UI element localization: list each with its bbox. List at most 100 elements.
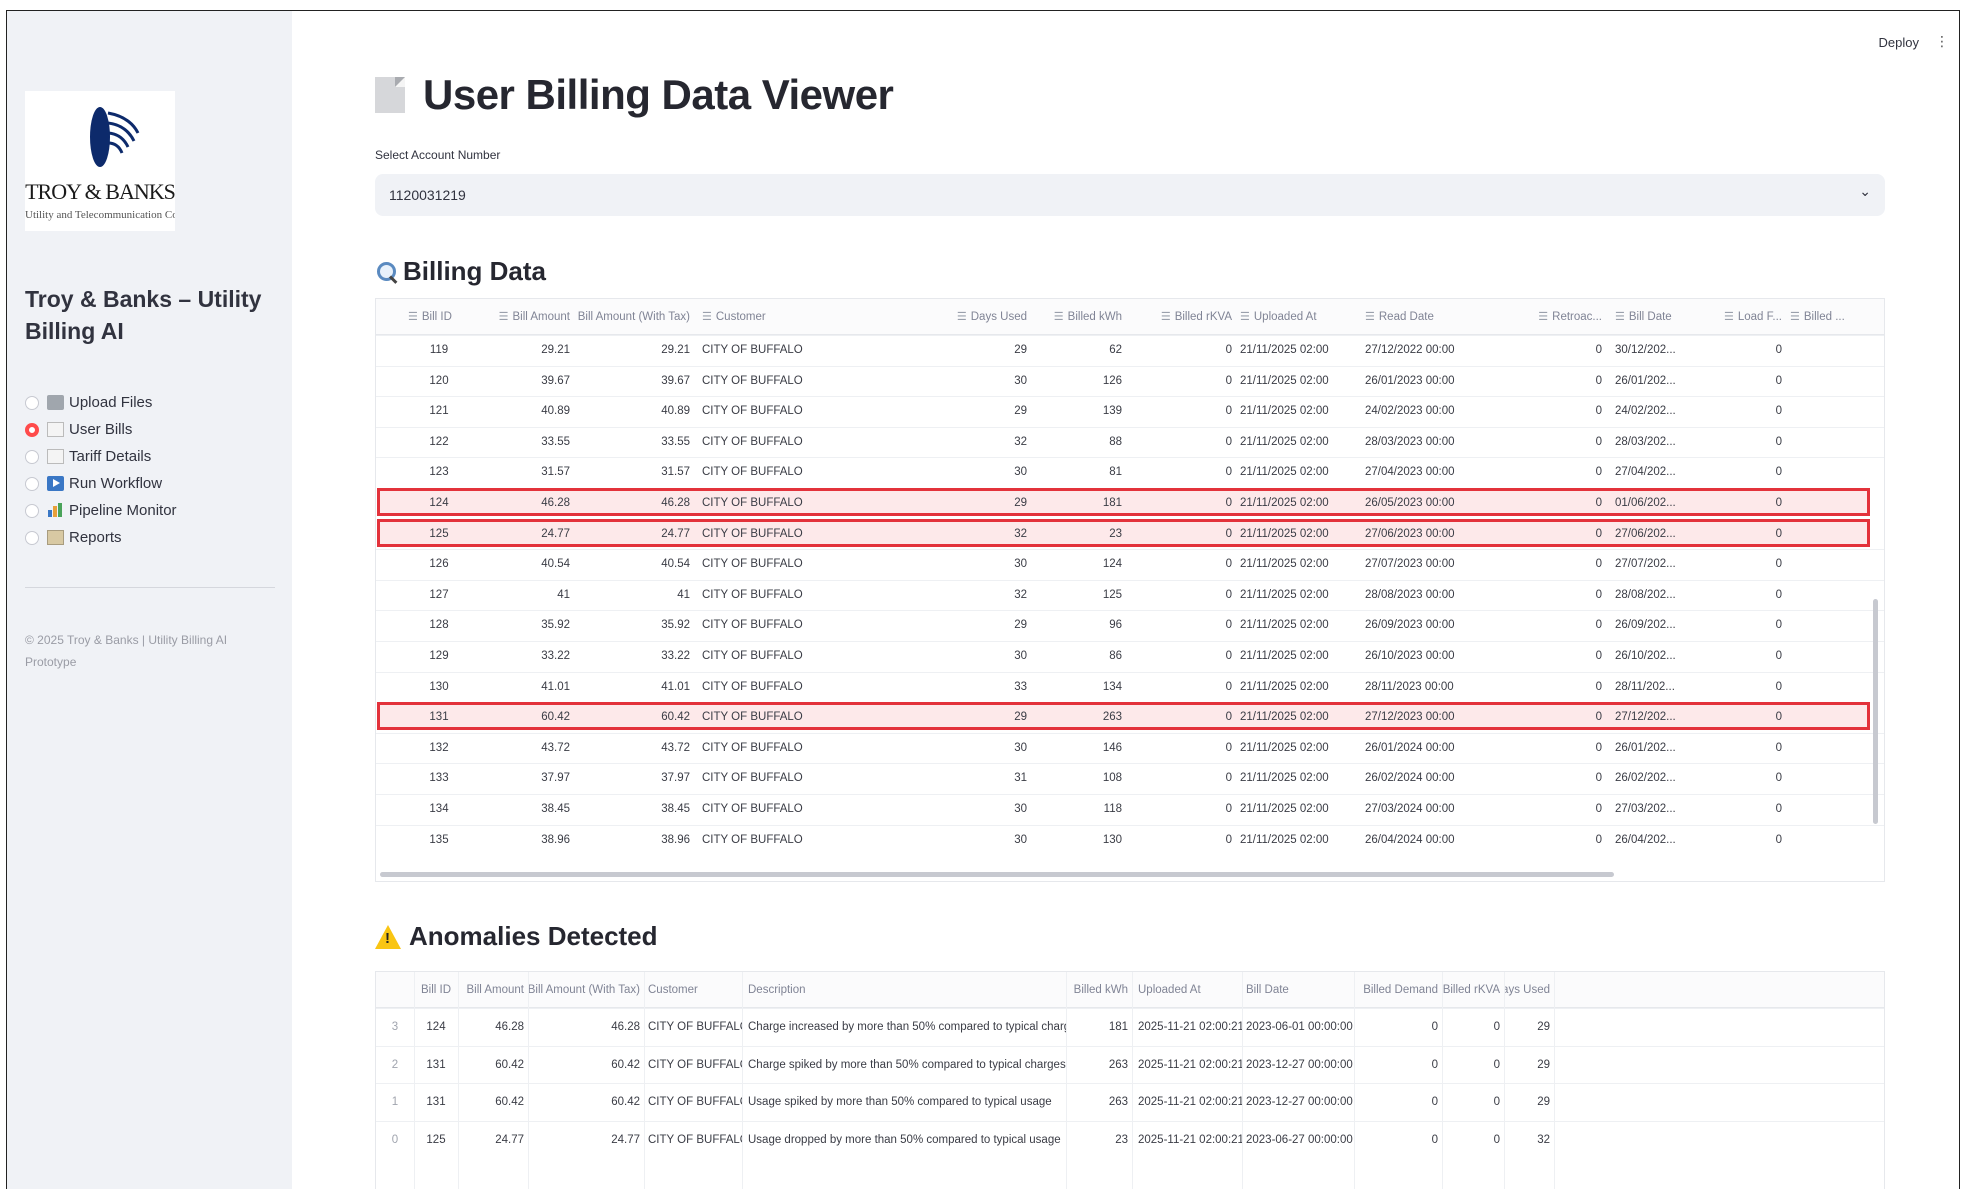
table-cell-uploaded: 21/11/2025 02:00 xyxy=(1240,374,1329,387)
table-row[interactable]: 1 131 60.42 60.42 CITY OF BUFFALO Usage spike… xyxy=(376,1083,1884,1120)
table-cell-load: 0 xyxy=(1775,711,1782,724)
column-header[interactable] xyxy=(376,972,414,1007)
column-header[interactable]: ☰ Bill Date xyxy=(1611,299,1701,334)
table-cell-uploaded: 2025-11-21 02:00:21 xyxy=(1138,1133,1242,1146)
column-header[interactable]: Days Used xyxy=(1504,972,1554,1007)
filter-icon[interactable]: ☰ xyxy=(957,305,967,329)
nav-item-run-workflow[interactable]: Run Workflow xyxy=(25,470,177,497)
table-cell-rkva: 0 xyxy=(1493,1133,1500,1146)
nav-item-reports[interactable]: Reports xyxy=(25,524,177,551)
column-header[interactable]: Uploaded At xyxy=(1134,972,1242,1007)
column-header[interactable]: Billed rKVA xyxy=(1442,972,1504,1007)
table-row[interactable]: 135 38.96 38.96 CITY OF BUFFALO 30 130 0 21/11/… xyxy=(376,824,1884,853)
filter-icon[interactable]: ☰ xyxy=(702,305,712,329)
table-row[interactable]: 0 125 24.77 24.77 CITY OF BUFFALO Usage dropp… xyxy=(376,1120,1884,1158)
table-cell-amt-tax: 60.42 xyxy=(611,1058,640,1071)
column-header[interactable]: Bill ID xyxy=(414,972,458,1007)
table-row[interactable]: 119 29.21 29.21 CITY OF BUFFALO 29 62 0 21/11/2… xyxy=(376,335,1884,363)
column-header[interactable]: ☰ Read Date xyxy=(1361,299,1491,334)
radio-button[interactable] xyxy=(25,503,39,518)
column-header[interactable]: Customer xyxy=(644,972,742,1007)
anomalies-table[interactable]: Bill ID Bill Amount Bill Amount (With Tax)… xyxy=(375,971,1885,1189)
table-cell-load: 0 xyxy=(1775,833,1782,846)
table-row[interactable]: 133 37.97 37.97 CITY OF BUFFALO 31 108 0 21/11/… xyxy=(376,763,1884,791)
column-header[interactable]: ☰ Billed kWh xyxy=(1031,299,1126,334)
vertical-scrollbar[interactable] xyxy=(1873,599,1878,824)
nav-item-upload-files[interactable]: Upload Files xyxy=(25,389,177,416)
table-row[interactable]: 3 124 46.28 46.28 CITY OF BUFFALO Charge incr… xyxy=(376,1008,1884,1045)
column-header[interactable]: ☰ Days Used xyxy=(921,299,1031,334)
column-header[interactable]: ☰ Retroac... xyxy=(1491,299,1606,334)
table-cell-bill-date: 24/02/202... xyxy=(1615,405,1676,418)
table-row[interactable]: 128 35.92 35.92 CITY OF BUFFALO 29 96 0 21/11/2… xyxy=(376,610,1884,638)
column-header[interactable]: Bill Date xyxy=(1242,972,1354,1007)
radio-button[interactable] xyxy=(25,395,39,410)
table-row[interactable]: 134 38.45 38.45 CITY OF BUFFALO 30 118 0 21/11/… xyxy=(376,794,1884,822)
table-row[interactable]: 123 31.57 31.57 CITY OF BUFFALO 30 81 0 21/11/2… xyxy=(376,457,1884,485)
more-vertical-icon[interactable]: ⋮ xyxy=(1935,33,1949,50)
filter-icon[interactable]: ☰ xyxy=(1161,305,1171,329)
column-header[interactable]: Bill Amount xyxy=(458,972,528,1007)
radio-button[interactable] xyxy=(25,530,39,545)
filter-icon[interactable]: ☰ xyxy=(1538,305,1548,329)
column-header-label: Customer xyxy=(648,983,698,996)
table-cell-amt: 40.89 xyxy=(541,405,570,418)
table-row-highlighted[interactable]: 131 60.42 60.42 CITY OF BUFFALO 29 263 0 21/11/… xyxy=(377,702,1870,731)
table-cell-rkva: 0 xyxy=(1225,619,1232,632)
filter-icon[interactable]: ☰ xyxy=(499,305,509,329)
filter-icon[interactable]: ☰ xyxy=(1365,305,1375,329)
table-cell-rkva: 0 xyxy=(1225,435,1232,448)
filter-icon[interactable]: ☰ xyxy=(1054,305,1064,329)
column-header[interactable]: ☰ Billed rKVA xyxy=(1136,299,1236,334)
radio-button[interactable] xyxy=(25,476,39,491)
column-header[interactable]: Description xyxy=(744,972,1066,1007)
document-icon xyxy=(47,422,64,437)
nav-item-tariff-details[interactable]: Tariff Details xyxy=(25,443,177,470)
column-header[interactable]: ☰ Load F... xyxy=(1701,299,1786,334)
filter-icon[interactable]: ☰ xyxy=(1240,305,1250,329)
table-cell-rkva: 0 xyxy=(1225,680,1232,693)
table-row-highlighted[interactable]: 124 46.28 46.28 CITY OF BUFFALO 29 181 0 21/11/… xyxy=(377,488,1870,516)
table-row[interactable]: 132 43.72 43.72 CITY OF BUFFALO 30 146 0 21/11/… xyxy=(376,732,1884,761)
table-row[interactable]: 122 33.55 33.55 CITY OF BUFFALO 32 88 0 21/11/2… xyxy=(376,426,1884,455)
radio-button[interactable] xyxy=(25,449,39,464)
table-row-highlighted[interactable]: 125 24.77 24.77 CITY OF BUFFALO 32 23 0 21/11/2… xyxy=(377,518,1870,547)
column-header-label: Bill Amount xyxy=(466,983,524,996)
column-header[interactable]: ☰ Customer xyxy=(698,299,848,334)
column-divider xyxy=(1242,972,1243,1189)
table-row[interactable]: 121 40.89 40.89 CITY OF BUFFALO 29 139 0 21/11/… xyxy=(376,396,1884,424)
column-header[interactable]: ☰ Uploaded At xyxy=(1236,299,1346,334)
filter-icon[interactable]: ☰ xyxy=(1615,305,1625,329)
table-row[interactable]: 129 33.22 33.22 CITY OF BUFFALO 30 86 0 21/11/2… xyxy=(376,641,1884,669)
table-row[interactable]: 126 40.54 40.54 CITY OF BUFFALO 30 124 0 21/11/… xyxy=(376,549,1884,577)
filter-icon[interactable]: ☰ xyxy=(1724,305,1734,329)
column-divider xyxy=(1442,972,1443,1189)
column-header[interactable]: Bill Amount (With Tax) xyxy=(528,972,644,1007)
column-header[interactable]: ☰ Bill ID xyxy=(404,299,474,334)
table-cell-amt-tax: 38.96 xyxy=(661,833,690,846)
nav-item-user-bills[interactable]: User Bills xyxy=(25,416,177,443)
table-cell-idx: 3 xyxy=(391,1021,399,1033)
table-row[interactable]: 127 41 41 CITY OF BUFFALO 32 125 0 21/11/2025 0… xyxy=(376,579,1884,608)
radio-button-selected[interactable] xyxy=(25,422,39,437)
nav-item-pipeline-monitor[interactable]: Pipeline Monitor xyxy=(25,497,177,524)
table-cell-amt-tax: 29.21 xyxy=(661,344,690,356)
horizontal-scrollbar[interactable] xyxy=(380,872,1614,877)
account-number-select[interactable]: 1120031219 ⌄ xyxy=(375,174,1885,216)
table-cell-read: 26/09/2023 00:00 xyxy=(1365,619,1455,632)
column-header[interactable]: ☰ Billed ... xyxy=(1786,299,1876,334)
column-header[interactable]: Billed Demand xyxy=(1354,972,1442,1007)
billing-data-table[interactable]: ☰ Bill ID☰ Bill Amount☰ Bill Amount (Wit… xyxy=(375,298,1885,882)
page-nav-radio-group: Upload Files User Bills Tariff Details R… xyxy=(25,389,177,551)
table-row[interactable]: 120 39.67 39.67 CITY OF BUFFALO 30 126 0 21/11/… xyxy=(376,365,1884,394)
filter-icon[interactable]: ☰ xyxy=(1790,305,1800,329)
filter-icon[interactable]: ☰ xyxy=(408,305,418,329)
table-cell-idx: 0 xyxy=(391,1133,399,1146)
table-row[interactable]: 130 41.01 41.01 CITY OF BUFFALO 33 134 0 21/11/… xyxy=(376,671,1884,700)
column-header[interactable]: ☰ Bill Amount xyxy=(474,299,574,334)
table-row[interactable]: 2 131 60.42 60.42 CITY OF BUFFALO Charge spik… xyxy=(376,1045,1884,1083)
table-cell-idx: 2 xyxy=(391,1058,399,1071)
table-cell-desc: Charge spiked by more than 50% compared … xyxy=(748,1058,1066,1071)
column-header[interactable]: ☰ Bill Amount (With Tax) xyxy=(574,299,694,334)
column-header[interactable]: Billed kWh xyxy=(1066,972,1132,1007)
